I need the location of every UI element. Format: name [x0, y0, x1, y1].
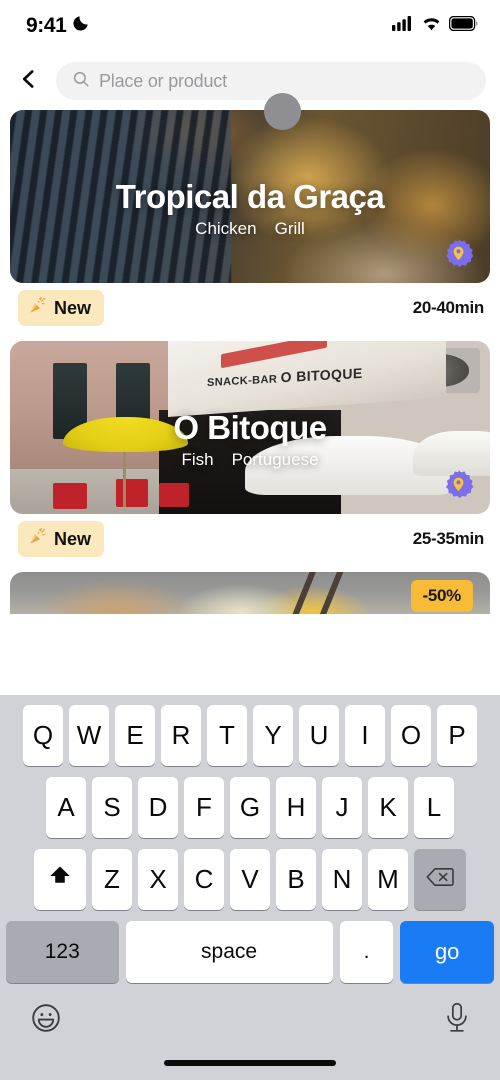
period-key[interactable]: . — [339, 921, 394, 983]
result-card-footer: New 25-35min — [10, 514, 490, 564]
key-p[interactable]: P — [437, 705, 477, 766]
restaurant-tag: Fish — [181, 449, 214, 469]
restaurant-tag: Chicken — [195, 218, 257, 238]
wifi-icon — [421, 16, 442, 36]
key-d[interactable]: D — [138, 777, 178, 838]
location-pin-badge-icon[interactable] — [442, 238, 475, 271]
key-s[interactable]: S — [92, 777, 132, 838]
results-list: Tropical da Graça Chicken Grill New 20-4… — [0, 110, 500, 614]
key-u[interactable]: U — [299, 705, 339, 766]
key-g[interactable]: G — [230, 777, 270, 838]
keyboard-bottom-bar — [0, 994, 500, 1080]
delivery-eta: 20-40min — [412, 298, 485, 317]
search-header: Place or product — [0, 52, 500, 110]
key-k[interactable]: K — [368, 777, 408, 838]
key-v[interactable]: V — [230, 849, 270, 910]
party-popper-icon — [28, 527, 47, 551]
key-q[interactable]: Q — [23, 705, 63, 766]
key-o[interactable]: O — [391, 705, 431, 766]
discount-badge: -50% — [410, 580, 473, 612]
home-indicator — [164, 1060, 336, 1066]
status-badge: New — [18, 290, 105, 326]
key-e[interactable]: E — [115, 705, 155, 766]
shift-key[interactable] — [34, 849, 86, 910]
photo-detail — [10, 469, 174, 514]
delivery-eta: 25-35min — [412, 529, 485, 548]
key-c[interactable]: C — [184, 849, 224, 910]
result-card[interactable]: Tropical da Graça Chicken Grill New 20-4… — [10, 110, 490, 333]
key-i[interactable]: I — [345, 705, 385, 766]
moon-icon — [71, 14, 90, 38]
emoji-smiley-icon[interactable] — [30, 1002, 62, 1039]
status-bar-time: 9:41 — [26, 14, 67, 37]
key-b[interactable]: B — [276, 849, 316, 910]
photo-detail — [158, 482, 189, 507]
go-key[interactable]: go — [400, 921, 494, 983]
on-screen-keyboard: Q W E R T Y U I O P A S D F G H J K L Z … — [0, 695, 500, 1080]
result-card[interactable]: SNACK-BAR O BITOQUE O Bitoque Fish Portu… — [10, 341, 490, 564]
key-h[interactable]: H — [276, 777, 316, 838]
numbers-key[interactable]: 123 — [6, 921, 119, 983]
restaurant-tags: Chicken Grill — [10, 219, 490, 239]
backspace-icon — [426, 864, 454, 895]
key-t[interactable]: T — [207, 705, 247, 766]
status-badge-label: New — [54, 528, 92, 549]
restaurant-name: Tropical da Graça — [115, 177, 385, 215]
result-card-footer: New 20-40min — [10, 283, 490, 333]
result-card-image[interactable]: -50% — [10, 572, 490, 614]
party-popper-icon — [28, 296, 47, 320]
backspace-key[interactable] — [414, 849, 466, 910]
microphone-icon[interactable] — [442, 1002, 472, 1039]
space-key[interactable]: space — [125, 921, 333, 983]
key-z[interactable]: Z — [92, 849, 132, 910]
shift-arrow-icon — [47, 863, 73, 896]
key-r[interactable]: R — [161, 705, 201, 766]
status-bar: 9:41 — [0, 0, 500, 52]
search-input[interactable]: Place or product — [56, 62, 486, 100]
keyboard-row: 123 space . go — [0, 921, 500, 983]
location-pin-badge-icon[interactable] — [442, 469, 475, 502]
restaurant-tags: Fish Portuguese — [10, 450, 490, 470]
key-y[interactable]: Y — [253, 705, 293, 766]
keyboard-row: A S D F G H J K L — [0, 777, 500, 838]
key-a[interactable]: A — [46, 777, 86, 838]
cellular-signal-icon — [392, 16, 414, 36]
status-badge-label: New — [54, 297, 92, 318]
key-x[interactable]: X — [138, 849, 178, 910]
search-icon — [72, 70, 90, 93]
result-card-image[interactable]: SNACK-BAR O BITOQUE O Bitoque Fish Portu… — [10, 341, 490, 514]
status-bar-right — [392, 15, 478, 36]
restaurant-name: O Bitoque — [173, 408, 327, 446]
result-card[interactable]: -50% — [10, 572, 490, 614]
restaurant-tag: Portuguese — [231, 449, 319, 469]
key-f[interactable]: F — [184, 777, 224, 838]
result-card-image[interactable]: Tropical da Graça Chicken Grill — [10, 110, 490, 283]
search-placeholder: Place or product — [99, 70, 227, 91]
restaurant-tag: Grill — [274, 218, 305, 238]
photo-detail — [53, 482, 88, 509]
keyboard-row: Z X C V B N M — [0, 849, 500, 910]
status-badge: New — [18, 521, 105, 557]
key-l[interactable]: L — [414, 777, 454, 838]
key-m[interactable]: M — [368, 849, 408, 910]
photo-detail — [115, 479, 148, 508]
key-w[interactable]: W — [69, 705, 109, 766]
chevron-left-icon — [18, 68, 40, 95]
back-button[interactable] — [10, 62, 48, 100]
keyboard-row: Q W E R T Y U I O P — [0, 705, 500, 766]
key-j[interactable]: J — [322, 777, 362, 838]
touch-cursor-indicator — [264, 93, 301, 130]
battery-full-icon — [448, 15, 478, 36]
status-bar-left: 9:41 — [26, 14, 90, 38]
key-n[interactable]: N — [322, 849, 362, 910]
